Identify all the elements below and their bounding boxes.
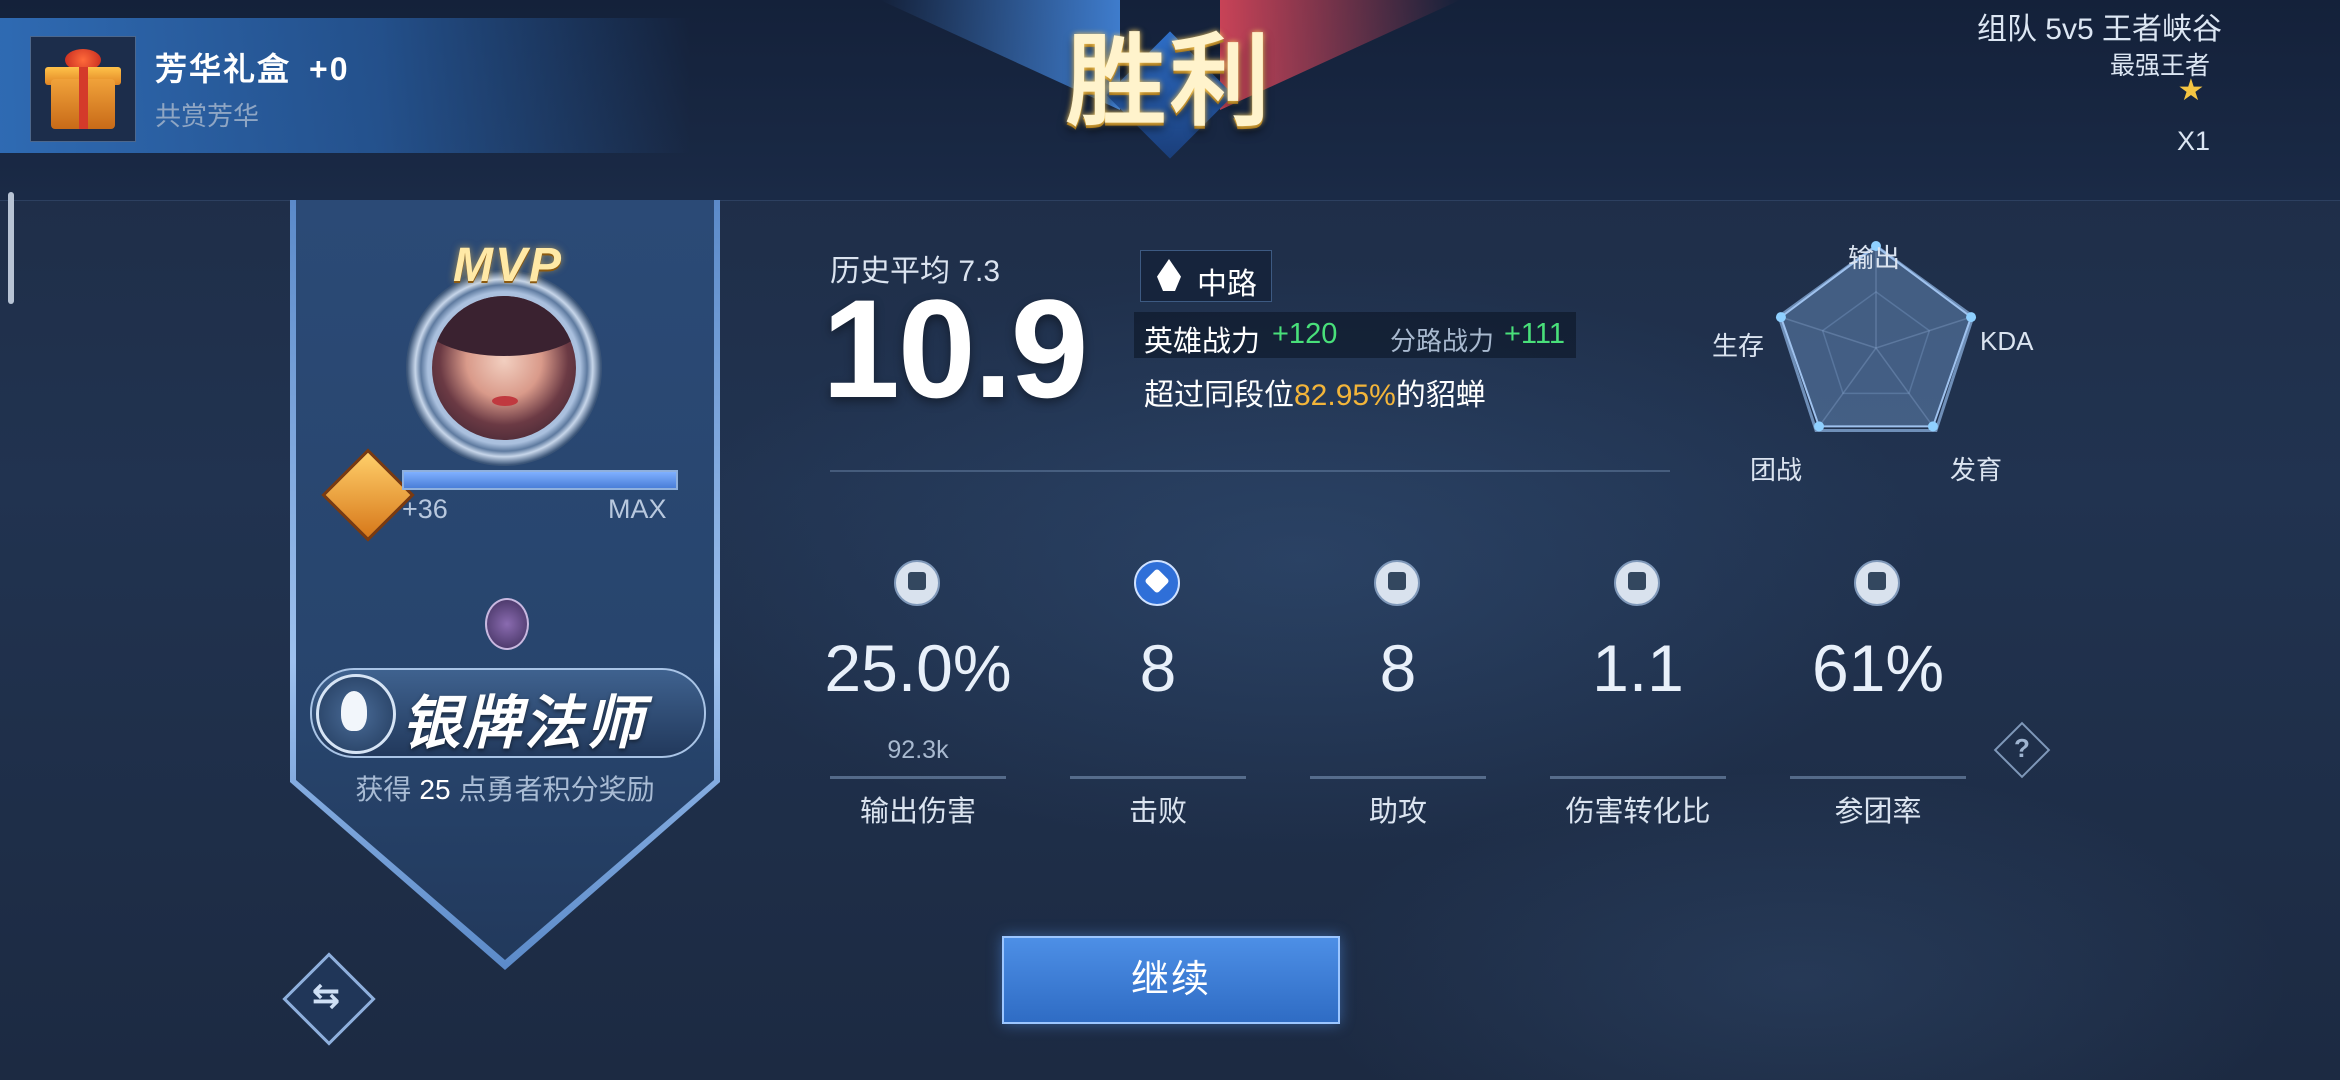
- star-icon: ★: [2177, 74, 2205, 107]
- continue-button[interactable]: 继续: [1002, 936, 1340, 1024]
- radar-point: [1966, 312, 1977, 323]
- radar-point: [1927, 421, 1938, 432]
- radar-label-survival: 生存: [1712, 331, 1765, 361]
- mvp-badge: MVP: [452, 239, 563, 292]
- gift-bonus: +0: [309, 51, 350, 87]
- surpass-percentage: 82.95%: [1294, 379, 1396, 412]
- lane-power-value: +111: [1504, 318, 1566, 350]
- radar-chart: 输出 KDA 发育 团战 生存: [1700, 230, 2080, 490]
- game-mode: 组队 5v5 王者峡谷: [1976, 13, 2222, 46]
- stat-underline: [1790, 776, 1966, 779]
- hero-power-label: 英雄战力: [1144, 326, 1261, 358]
- scrollbar[interactable]: [8, 192, 14, 304]
- sword-icon: [1134, 560, 1180, 606]
- swap-icon[interactable]: ⇆: [296, 966, 356, 1026]
- match-score: 10.9: [822, 270, 1088, 427]
- reward-points: 25: [419, 774, 451, 805]
- surpass-suffix: 的貂蝉: [1395, 379, 1486, 412]
- flag-icon: [1854, 560, 1900, 606]
- stat-value: 1.1: [1592, 631, 1684, 705]
- stat-label: 伤害转化比: [1565, 796, 1711, 828]
- reward-text: 获得 25 点勇者积分奖励: [296, 768, 714, 808]
- surpass-prefix: 超过同段位: [1144, 379, 1294, 412]
- mid-lane-icon: [1157, 259, 1181, 291]
- stat-underline: [1550, 776, 1726, 779]
- stat-value: 61%: [1811, 631, 1945, 705]
- power-summary: 英雄战力 +120 分路战力 +111: [1134, 312, 1576, 358]
- surpass-text: 超过同段位82.95%的貂蝉: [1144, 370, 1486, 414]
- stat-label: 参团率: [1834, 796, 1922, 828]
- hero-emblem-icon: [485, 598, 529, 650]
- gift-title: 芳华礼盒 +0: [155, 44, 350, 90]
- stat-value: 8: [1139, 631, 1177, 705]
- stat-underline: [830, 776, 1006, 779]
- radar-point: [1775, 312, 1786, 323]
- stat-underline: [1070, 776, 1246, 779]
- star-count: X1: [2176, 126, 2210, 156]
- stat-label: 输出伤害: [859, 796, 976, 828]
- gift-name: 芳华礼盒: [155, 51, 292, 87]
- radar-point: [1814, 421, 1825, 432]
- gold-icon: [1614, 560, 1660, 606]
- help-icon[interactable]: ?: [2002, 728, 2042, 768]
- stat-value: 25.0%: [824, 631, 1012, 705]
- mage-class-icon: [316, 674, 396, 754]
- stat-underline: [1310, 776, 1486, 779]
- rank-title: 银牌法师: [402, 691, 647, 756]
- lane-badge: 中路: [1140, 250, 1272, 302]
- hero-power-value: +120: [1272, 318, 1338, 350]
- fist-icon: [1374, 560, 1420, 606]
- proficiency-progress-bar: [402, 470, 678, 490]
- lane-power-label: 分路战力: [1390, 326, 1495, 356]
- stat-sub: 92.3k: [887, 736, 949, 764]
- progress-max-label: MAX: [608, 494, 667, 524]
- progress-gain: +36: [402, 494, 448, 524]
- victory-banner: 胜利: [880, 0, 1460, 160]
- radar-label-teamfight: 团战: [1750, 455, 1803, 485]
- damage-icon: [894, 560, 940, 606]
- victory-title: 胜利: [1066, 22, 1274, 140]
- avatar[interactable]: [432, 296, 576, 440]
- stat-label: 击败: [1128, 796, 1187, 828]
- radar-label-output: 输出: [1848, 243, 1901, 273]
- lane-label: 中路: [1197, 268, 1257, 301]
- reward-prefix: 获得: [355, 774, 412, 805]
- radar-label-kda: KDA: [1980, 326, 2034, 356]
- progress-fill: [404, 472, 676, 488]
- reward-suffix: 点勇者积分奖励: [458, 774, 655, 805]
- gift-subtitle: 共赏芳华: [155, 101, 260, 131]
- radar-label-growth: 发育: [1950, 455, 2003, 485]
- stat-label: 助攻: [1368, 796, 1427, 828]
- divider: [830, 470, 1670, 472]
- stat-value: 8: [1379, 631, 1417, 705]
- gift-box-icon[interactable]: [30, 36, 136, 142]
